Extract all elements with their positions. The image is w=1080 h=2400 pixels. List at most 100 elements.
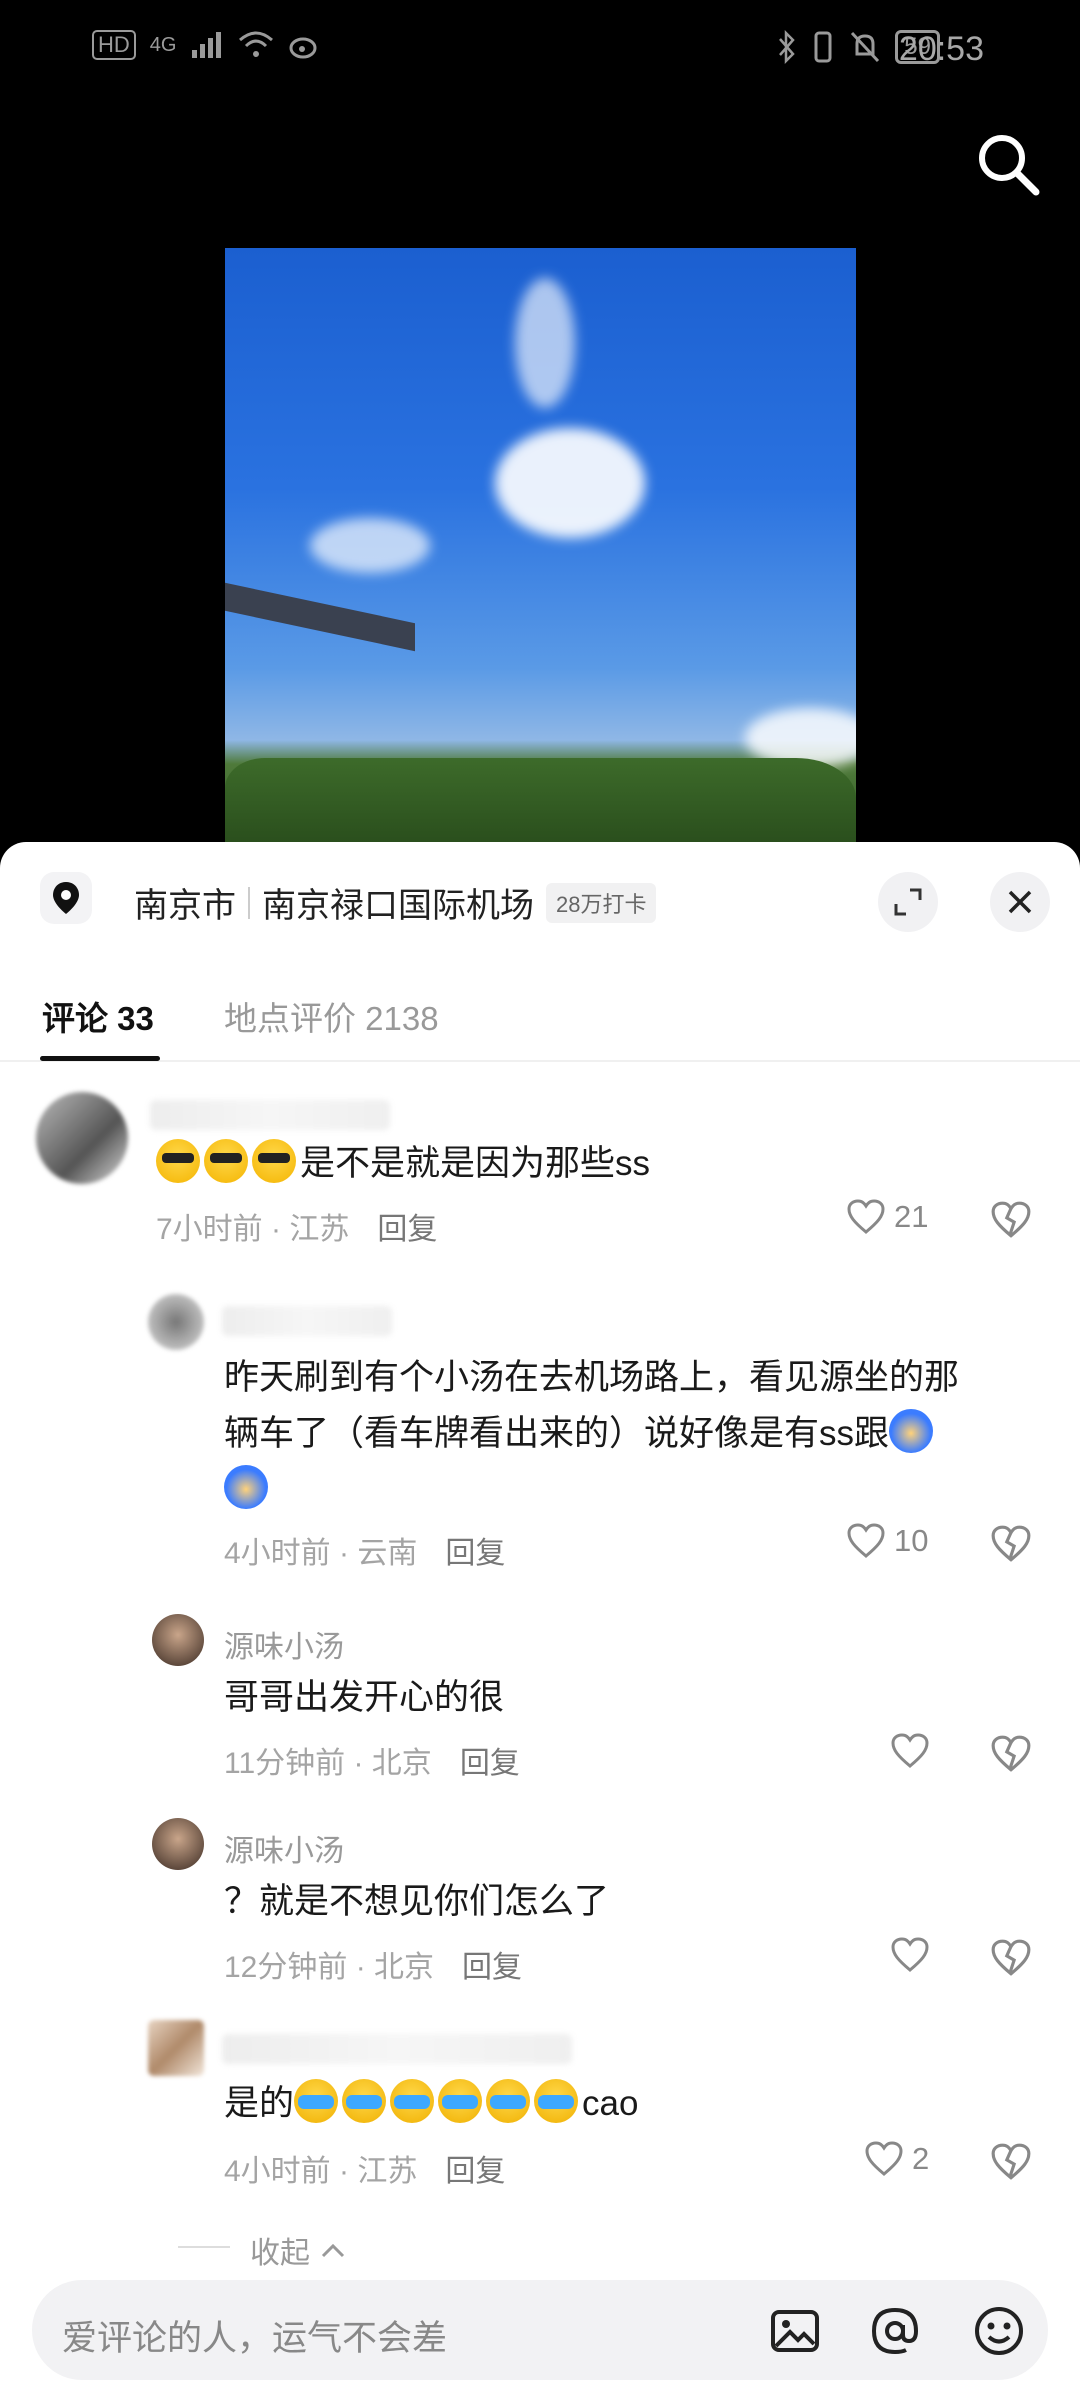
tab-bar: 评论 33 地点评价 2138 (0, 992, 1080, 1062)
close-button[interactable] (990, 872, 1050, 932)
emoji-blue-face (224, 1465, 268, 1509)
like-button[interactable]: 10 (846, 1522, 928, 1560)
reply-button[interactable]: 回复 (377, 1213, 437, 1246)
comment-text: 是的 cao (224, 2076, 638, 2132)
comment-time-location: 7小时前 · 江苏 (156, 1213, 350, 1246)
status-bar: HD 4G 59 20:53 (0, 0, 1080, 110)
comment-time-location: 11分钟前 · 北京 (224, 1747, 432, 1780)
cloud-shape (515, 278, 575, 408)
image-icon[interactable] (768, 2304, 822, 2358)
emoji-crying (294, 2079, 339, 2123)
tab-place-reviews[interactable]: 地点评价 2138 (224, 992, 439, 1040)
reply-button[interactable]: 回复 (462, 1951, 522, 1984)
cloud-shape (310, 518, 430, 573)
comment-line (224, 1462, 1044, 1518)
emoji-icon[interactable] (972, 2304, 1026, 2358)
location-pin-button[interactable] (40, 872, 92, 924)
location-header: 南京市 南京禄口国际机场 28万打卡 (0, 872, 1080, 942)
comment-meta: 4小时前 · 云南 回复 (224, 1528, 505, 1572)
comment-input-placeholder[interactable]: 爱评论的人，运气不会差 (62, 2310, 447, 2361)
heart-icon (891, 1733, 929, 1768)
broken-heart-icon[interactable] (990, 1938, 1032, 1978)
status-left: HD 4G (92, 30, 322, 60)
reply-button[interactable]: 回复 (445, 1537, 505, 1570)
avatar[interactable] (148, 2020, 204, 2076)
comment-time-location: 12分钟前 · 北京 (224, 1951, 435, 1984)
comment-line-text: 辆车了（看车牌看出来的）说好像是有ss跟 (224, 1414, 890, 1453)
comment-meta: 7小时前 · 江苏 回复 (156, 1204, 437, 1248)
comment-text: 是不是就是因为那些ss (156, 1136, 650, 1192)
like-count: 21 (894, 1199, 929, 1234)
like-count: 2 (912, 2141, 930, 2176)
avatar[interactable] (36, 1092, 128, 1184)
emoji-crying (534, 2079, 579, 2123)
reply-button[interactable]: 回复 (460, 1747, 520, 1780)
at-icon[interactable] (868, 2304, 922, 2358)
emoji-crying (438, 2079, 483, 2123)
collapse-divider (178, 2246, 230, 2248)
video-player[interactable] (225, 248, 856, 848)
location-place: 南京禄口国际机场 (262, 887, 534, 925)
avatar[interactable] (148, 1294, 204, 1350)
network-type: 4G (149, 33, 177, 56)
tab-comments[interactable]: 评论 33 (42, 992, 154, 1040)
heart-icon (865, 2141, 903, 2176)
comment-panel: 南京市 南京禄口国际机场 28万打卡 评论 33 地点评价 2138 是不是就是… (0, 842, 1080, 2400)
broken-heart-icon[interactable] (990, 1524, 1032, 1564)
avatar[interactable] (152, 1614, 204, 1666)
avatar[interactable] (152, 1818, 204, 1870)
comment-suffix: cao (582, 2084, 639, 2123)
username[interactable]: 源味小汤 (224, 1826, 344, 1870)
search-button[interactable] (974, 130, 1044, 200)
clock: 20:53 (898, 30, 984, 68)
tree-line (225, 758, 856, 848)
comment-text: ？就是不想见你们怎么了 (224, 1882, 610, 1921)
bluetooth-icon (779, 30, 796, 64)
close-icon (1008, 890, 1032, 914)
like-button[interactable]: 2 (864, 2140, 929, 2178)
comment-line: 昨天刷到有个小汤在去机场路上，看见源坐的那 (224, 1358, 960, 1397)
terminal-canopy (225, 582, 415, 652)
tab-indicator (40, 1056, 160, 1061)
like-button[interactable]: 21 (846, 1198, 928, 1236)
mute-bell-icon (851, 31, 880, 63)
checkin-badge: 28万打卡 (546, 882, 657, 923)
comment-input-bar[interactable]: 爱评论的人，运气不会差 (32, 2280, 1048, 2380)
location-pin-icon (53, 882, 79, 914)
heart-icon (847, 1523, 885, 1558)
reply-button[interactable]: 回复 (445, 2155, 505, 2188)
username-blurred[interactable] (150, 1100, 390, 1130)
heart-icon (891, 1937, 929, 1972)
broken-heart-icon[interactable] (990, 1734, 1032, 1774)
search-icon (979, 135, 1040, 196)
broken-heart-icon[interactable] (990, 1200, 1032, 1240)
expand-button[interactable] (878, 872, 938, 932)
username-blurred[interactable] (222, 2034, 572, 2064)
emoji-crying (342, 2079, 387, 2123)
location-city: 南京市 (134, 887, 236, 925)
like-button[interactable] (890, 1732, 930, 1770)
emoji-cool (252, 1139, 296, 1183)
emoji-cool (156, 1139, 200, 1183)
emoji-crying (390, 2079, 435, 2123)
like-count: 10 (894, 1523, 929, 1558)
wifi-icon (239, 31, 274, 57)
comment-meta: 11分钟前 · 北京 回复 (224, 1738, 520, 1782)
emoji-blue-face (889, 1409, 934, 1453)
collapse-label: 收起 (250, 2237, 310, 2270)
cloud-shape (495, 428, 645, 538)
username-blurred[interactable] (222, 1306, 392, 1336)
collapse-replies-button[interactable]: 收起 (250, 2228, 346, 2272)
location-title[interactable]: 南京市 南京禄口国际机场 28万打卡 (134, 878, 657, 927)
location-divider (248, 886, 250, 919)
username[interactable]: 源味小汤 (224, 1622, 344, 1666)
like-button[interactable] (890, 1936, 930, 1974)
comment-line: 辆车了（看车牌看出来的）说好像是有ss跟 (224, 1406, 1044, 1462)
signal-icon (192, 32, 222, 58)
comment-text: 哥哥出发开心的很 (224, 1678, 505, 1717)
vibrate-icon (814, 31, 832, 63)
comment-time-location: 4小时前 · 云南 (224, 1537, 418, 1570)
broken-heart-icon[interactable] (990, 2142, 1032, 2182)
emoji-crying (486, 2079, 531, 2123)
comment-meta: 4小时前 · 江苏 回复 (224, 2146, 505, 2190)
